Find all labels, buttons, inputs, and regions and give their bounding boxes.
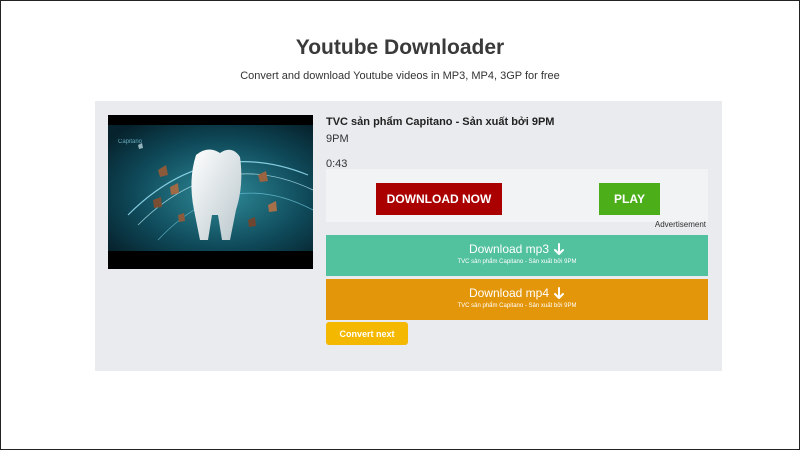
download-now-button[interactable]: DOWNLOAD NOW (376, 183, 502, 215)
svg-text:Capitano: Capitano (118, 139, 143, 145)
video-thumbnail[interactable]: Capitano (108, 115, 313, 269)
arrow-down-icon (554, 242, 565, 255)
play-button[interactable]: PLAY (599, 183, 660, 215)
download-mp3-subtitle: TVC sản phẩm Capitano - Sản xuất bởi 9PM (457, 259, 577, 265)
video-info: TVC sản phẩm Capitano - Sản xuất bởi 9PM… (326, 115, 708, 171)
page-title: Youtube Downloader (295, 36, 505, 59)
download-mp3-button[interactable]: Download mp3 TVC sản phẩm Capitano - Sản… (326, 235, 708, 276)
video-channel: 9PM (326, 133, 349, 145)
arrow-down-icon (554, 286, 565, 299)
download-mp4-main: Download mp4 (326, 286, 708, 300)
download-mp4-label: Download mp4 (468, 286, 550, 300)
advertisement-box: DOWNLOAD NOW PLAY (326, 169, 708, 222)
result-panel: Capitano TVC sản phẩm Capitano - Sản xuấ… (95, 101, 722, 371)
download-mp3-label: Download mp3 (468, 242, 550, 256)
download-mp4-subtitle: TVC sản phẩm Capitano - Sản xuất bởi 9PM (457, 303, 577, 309)
download-mp3-main: Download mp3 (326, 242, 708, 256)
page-subtitle: Convert and download Youtube videos in M… (240, 70, 560, 82)
video-title: TVC sản phẩm Capitano - Sản xuất bởi 9PM (326, 116, 555, 128)
convert-next-button[interactable]: Convert next (326, 322, 408, 345)
advertisement-label: Advertisement (654, 220, 706, 229)
download-mp4-button[interactable]: Download mp4 TVC sản phẩm Capitano - Sản… (326, 279, 708, 320)
